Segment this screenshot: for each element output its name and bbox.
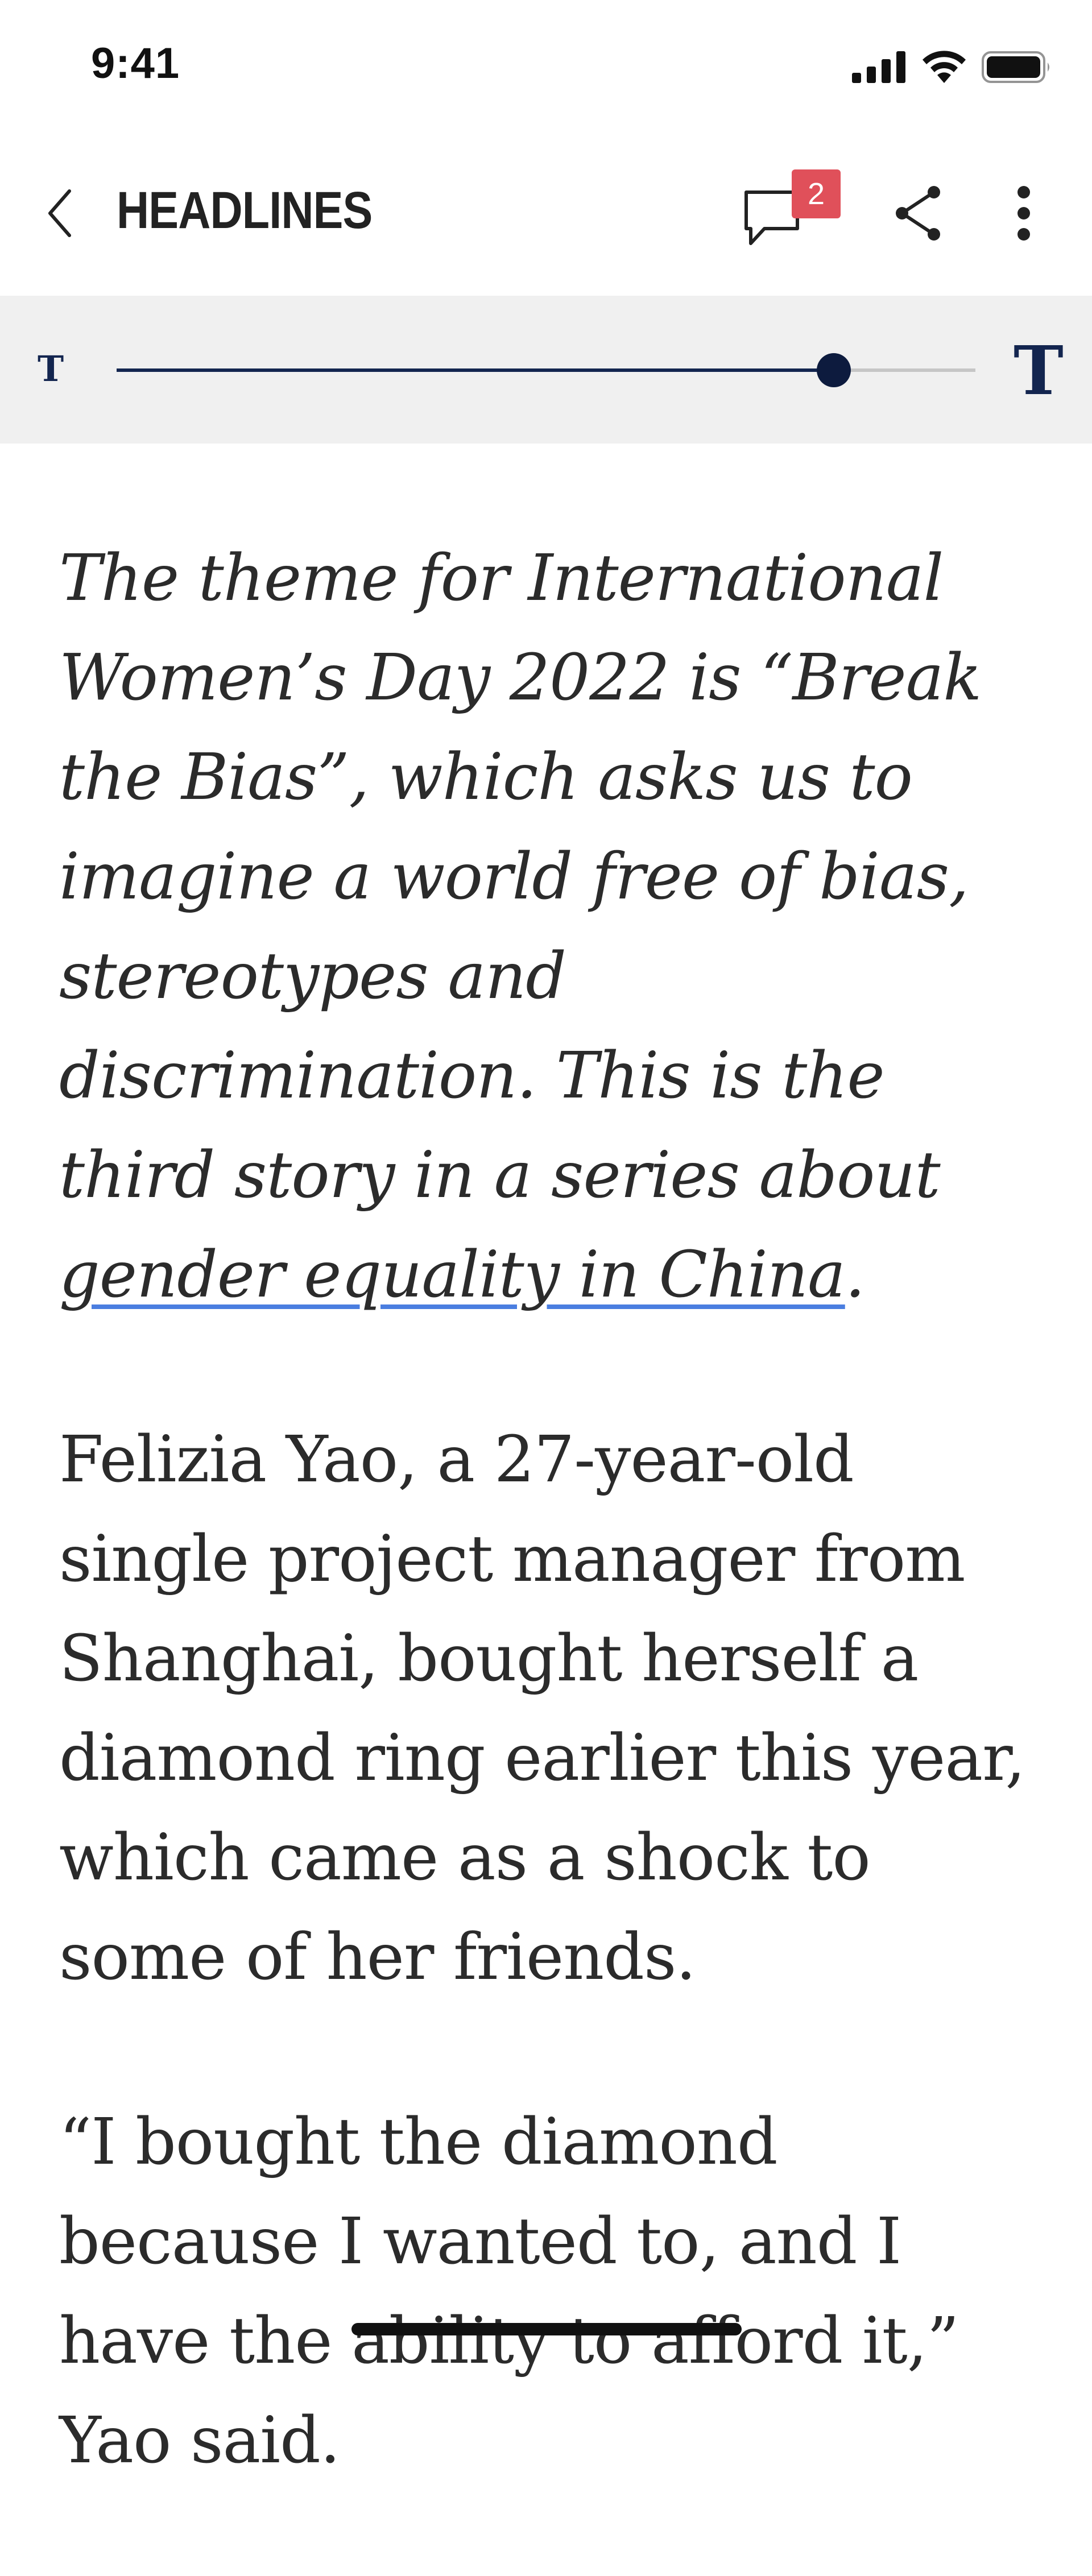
page-title: HEADLINES [117, 181, 373, 239]
battery-icon [982, 51, 1049, 83]
app-header: HEADLINES 2 [0, 131, 1092, 296]
more-options-button[interactable] [1001, 182, 1046, 245]
signal-icon [852, 51, 905, 83]
status-icons [852, 49, 1052, 85]
article-body: The theme for International Women’s Day … [59, 529, 1049, 2576]
article-paragraph: Felizia Yao, a 27-year-old single projec… [59, 1423, 1025, 1994]
more-vertical-icon [1017, 186, 1030, 241]
wifi-icon [923, 51, 966, 83]
home-indicator[interactable] [351, 2323, 742, 2335]
article-intro: The theme for International Women’s Day … [59, 529, 1049, 1325]
article-paragraph: “I bought the diamond because I wanted t… [59, 2105, 959, 2478]
font-size-slider-thumb[interactable] [816, 353, 851, 387]
share-button[interactable] [887, 182, 950, 245]
comments-button[interactable]: 2 [739, 169, 842, 255]
decrease-font-size-icon[interactable]: T [38, 348, 64, 390]
font-size-slider[interactable] [117, 353, 975, 387]
font-size-toolbar: T T [0, 296, 1092, 444]
increase-font-size-icon[interactable]: T [1014, 331, 1064, 410]
intro-text: The theme for International Women’s Day … [59, 541, 982, 1212]
back-button[interactable] [40, 185, 80, 242]
share-icon [896, 186, 940, 241]
font-size-slider-fill [117, 368, 834, 372]
intro-text-end: . [845, 1238, 866, 1312]
status-time: 9:41 [91, 39, 180, 88]
status-bar: 9:41 [0, 0, 1092, 131]
back-chevron-icon [48, 189, 71, 237]
comment-count-badge: 2 [792, 169, 841, 218]
gender-equality-link[interactable]: gender equality in China [59, 1238, 846, 1312]
